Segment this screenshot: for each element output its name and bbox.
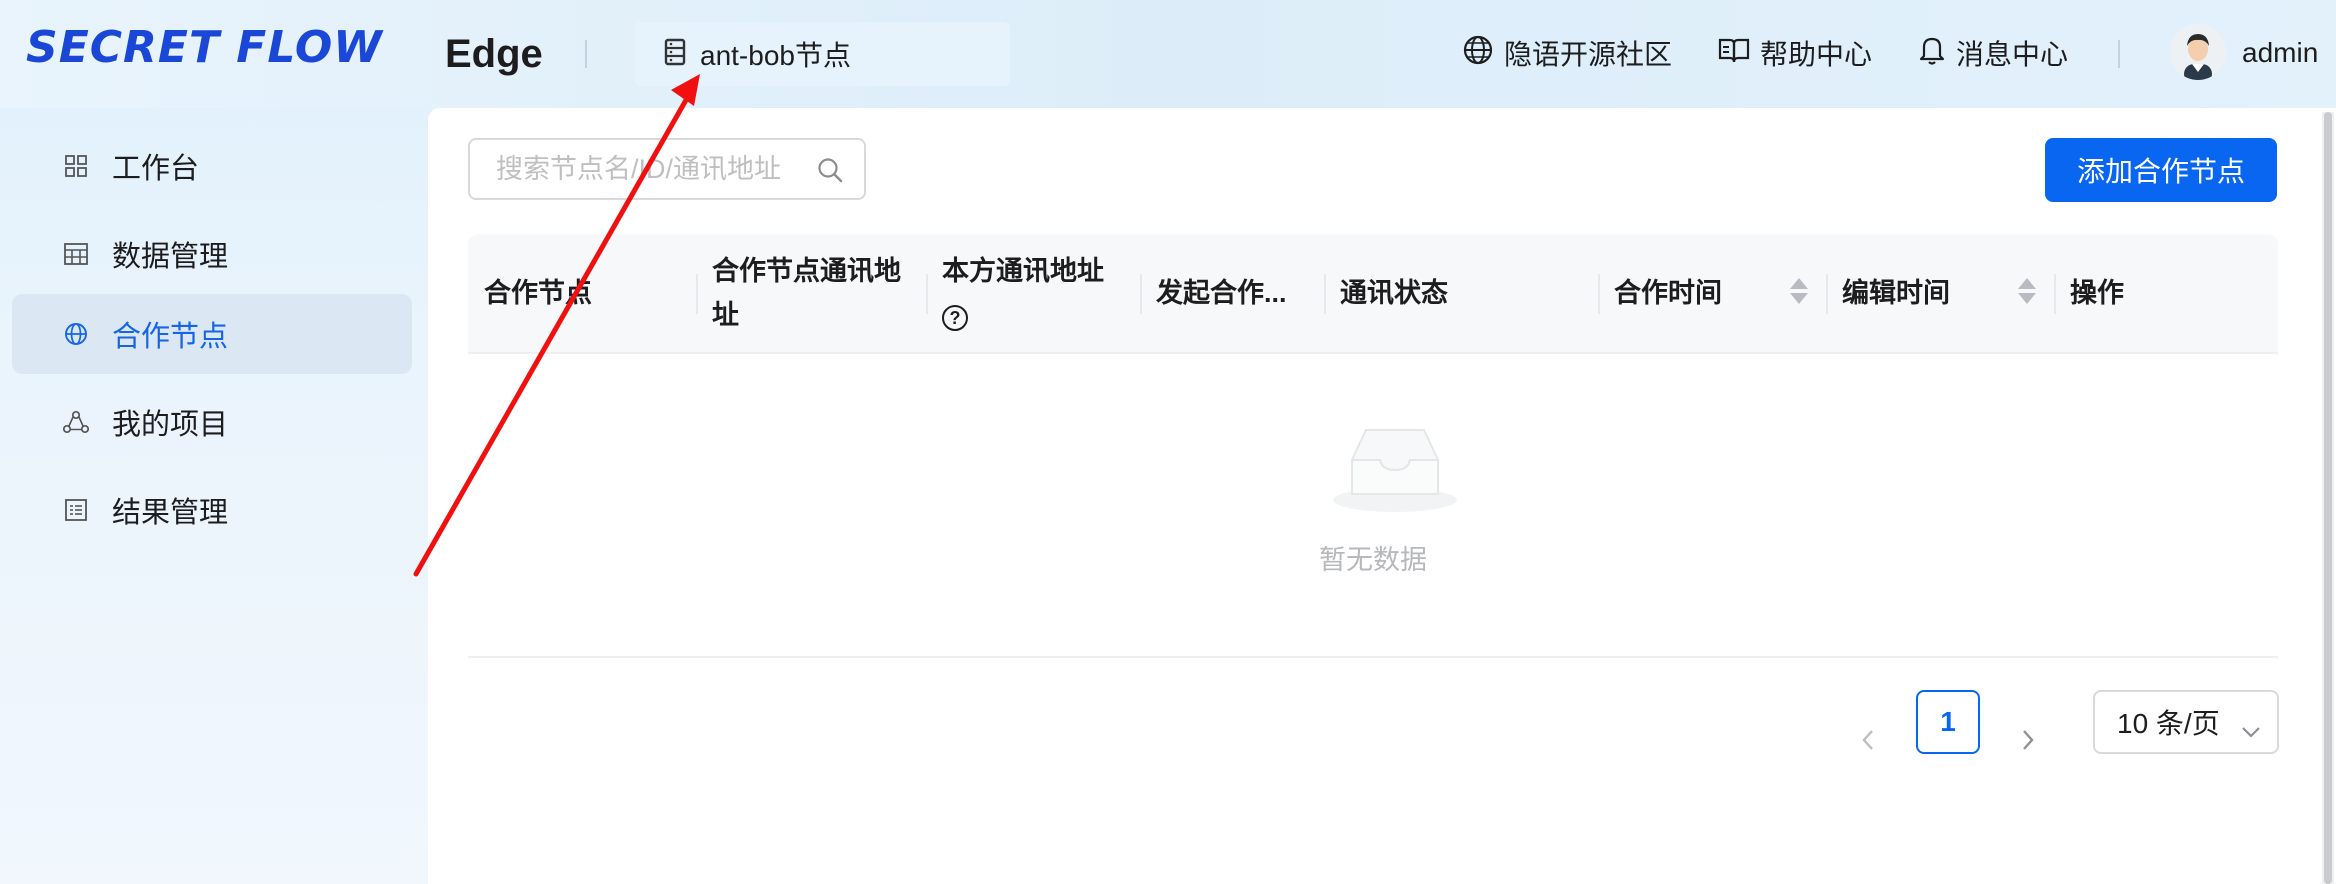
current-node-chip[interactable]: ant-bob节点	[634, 22, 1010, 86]
column-partner-node: 合作节点	[484, 278, 592, 308]
edition-title: Edge	[445, 32, 543, 76]
sidebar-item-my-projects[interactable]: 我的项目	[12, 382, 412, 462]
search-box[interactable]	[468, 138, 866, 200]
empty-state: 暂无数据	[468, 354, 2278, 658]
page-size-select[interactable]: 10 条/页	[2093, 690, 2279, 754]
message-center-label: 消息中心	[1956, 39, 2069, 70]
chevron-down-icon	[2241, 714, 2261, 746]
column-partner-address: 合作节点通讯地址	[696, 234, 926, 352]
message-center-link[interactable]: 消息中心	[1918, 30, 2068, 76]
sidebar-item-workbench[interactable]: 工作台	[12, 126, 412, 206]
sidebar-item-data-management[interactable]: 数据管理	[12, 214, 412, 294]
help-center-label: 帮助中心	[1760, 39, 1873, 70]
sort-icon[interactable]	[1790, 278, 1808, 304]
help-center-link[interactable]: 帮助中心	[1718, 30, 1872, 76]
main-panel: 添加合作节点 合作节点 合作节点通讯地址 本方通讯地址? 发起合作... 通讯状…	[428, 108, 2336, 884]
sidebar-item-label: 工作台	[112, 153, 200, 185]
share-icon	[60, 406, 92, 438]
header-divider	[2118, 40, 2120, 68]
book-icon	[1718, 36, 1760, 71]
column-local-address: 本方通讯地址?	[926, 234, 1140, 352]
sidebar-item-label: 结果管理	[112, 497, 229, 529]
vertical-scrollbar[interactable]	[2322, 112, 2334, 884]
avatar[interactable]	[2170, 24, 2226, 80]
sidebar-item-results[interactable]: 结果管理	[12, 470, 412, 550]
secretflow-logo[interactable]: SECRET FLOW	[26, 22, 383, 74]
sidebar: 工作台 数据管理 合作节点 我的项目 结果管理	[0, 108, 428, 884]
help-question-icon[interactable]: ?	[942, 305, 968, 331]
column-comm-status: 通讯状态	[1324, 234, 1598, 352]
header-divider	[585, 40, 587, 68]
column-edit-time[interactable]: 编辑时间	[1826, 234, 2054, 352]
grid-icon	[60, 150, 92, 182]
next-page-button[interactable]	[2008, 708, 2048, 772]
current-node-label: ant-bob节点	[700, 40, 851, 71]
globe-icon	[60, 318, 92, 350]
bell-icon	[1918, 34, 1956, 73]
add-partner-node-button[interactable]: 添加合作节点	[2045, 138, 2277, 202]
community-link[interactable]: 隐语开源社区	[1462, 30, 1672, 76]
page-number-current[interactable]: 1	[1916, 690, 1980, 754]
sidebar-item-label: 数据管理	[112, 241, 229, 273]
empty-text: 暂无数据	[1319, 545, 1427, 575]
community-label: 隐语开源社区	[1504, 39, 1673, 70]
globe-icon	[1462, 34, 1504, 73]
empty-inbox-icon	[1330, 424, 1460, 519]
sort-icon[interactable]	[2018, 278, 2036, 304]
server-icon	[664, 38, 686, 71]
sidebar-item-label: 我的项目	[112, 409, 229, 441]
table-header: 合作节点 合作节点通讯地址 本方通讯地址? 发起合作... 通讯状态 合作时间 …	[468, 234, 2278, 354]
top-header: SECRET FLOW Edge ant-bob节点 隐语开源社区 帮助中心 消…	[0, 0, 2336, 108]
previous-page-button[interactable]	[1848, 708, 1888, 772]
column-actions: 操作	[2054, 234, 2278, 352]
search-input[interactable]	[494, 152, 818, 186]
table-icon	[60, 238, 92, 270]
search-icon[interactable]	[816, 156, 844, 189]
column-initiator: 发起合作...	[1140, 234, 1324, 352]
list-icon	[60, 494, 92, 526]
sidebar-item-partner-nodes[interactable]: 合作节点	[12, 294, 412, 374]
sidebar-item-label: 合作节点	[112, 321, 229, 353]
username[interactable]: admin	[2242, 32, 2318, 74]
column-cooperation-time[interactable]: 合作时间	[1598, 234, 1826, 352]
